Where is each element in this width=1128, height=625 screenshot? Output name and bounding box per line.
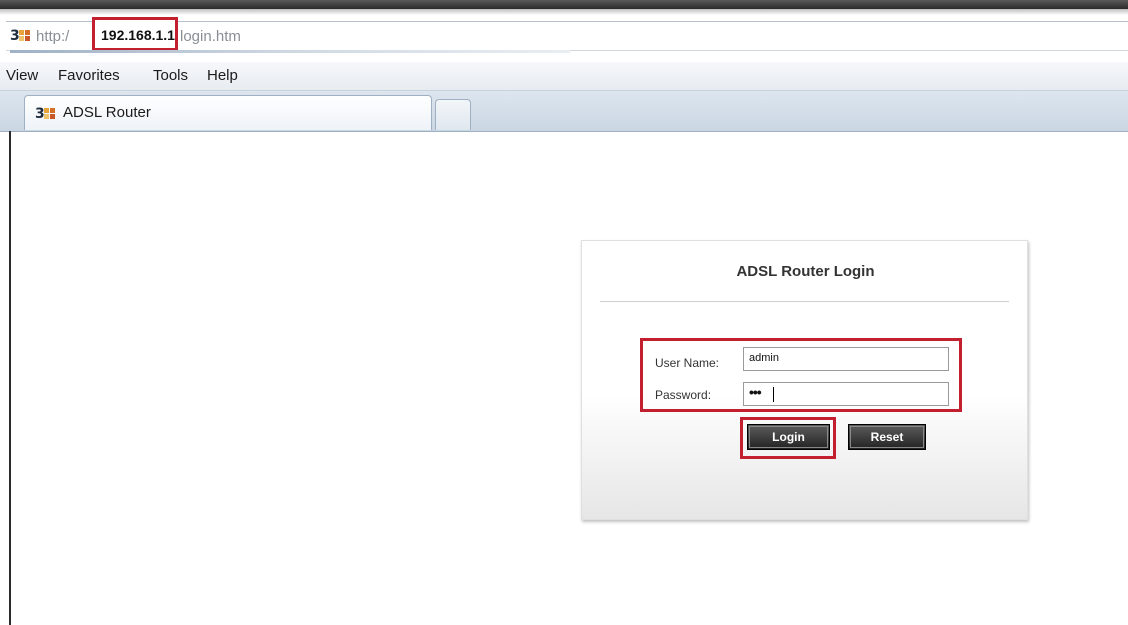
text-cursor bbox=[773, 387, 774, 402]
username-input[interactable]: admin bbox=[743, 347, 949, 371]
menu-bar: View Favorites Tools Help bbox=[0, 62, 1128, 91]
menu-tools[interactable]: Tools bbox=[153, 67, 188, 84]
page-left-border bbox=[9, 131, 11, 625]
window-top-fade bbox=[0, 9, 1128, 15]
menu-help[interactable]: Help bbox=[207, 67, 238, 84]
url-scheme: http:/ bbox=[36, 28, 70, 45]
password-input[interactable]: ••• bbox=[743, 382, 949, 406]
login-button[interactable]: Login bbox=[747, 424, 830, 450]
username-value: admin bbox=[749, 352, 779, 364]
address-bar[interactable]: 3 http:/ 192.168.1.1 login.htm bbox=[6, 17, 1128, 51]
new-tab-button[interactable] bbox=[435, 99, 471, 130]
tab-favicon-icon: 3 bbox=[35, 106, 55, 122]
title-divider bbox=[600, 301, 1009, 302]
url-path: login.htm bbox=[180, 28, 241, 45]
password-mask: ••• bbox=[749, 384, 762, 400]
url-host: 192.168.1.1 bbox=[101, 27, 175, 43]
menu-favorites[interactable]: Favorites bbox=[58, 67, 120, 84]
reset-button[interactable]: Reset bbox=[848, 424, 926, 450]
password-label: Password: bbox=[655, 388, 712, 402]
window-top-edge bbox=[0, 0, 1128, 9]
username-label: User Name: bbox=[655, 356, 720, 370]
login-title: ADSL Router Login bbox=[736, 263, 875, 280]
address-bar-underline bbox=[10, 50, 570, 53]
tab-bar: 3 ADSL Router bbox=[0, 91, 1128, 132]
site-favicon-icon: 3 bbox=[10, 28, 30, 44]
url-host-highlight: 192.168.1.1 bbox=[92, 17, 178, 51]
login-panel: ADSL Router Login User Name: admin Passw… bbox=[581, 240, 1028, 520]
menu-view[interactable]: View bbox=[6, 67, 38, 84]
tab-label: ADSL Router bbox=[63, 104, 151, 121]
tab-adsl-router[interactable]: 3 ADSL Router bbox=[24, 95, 432, 130]
